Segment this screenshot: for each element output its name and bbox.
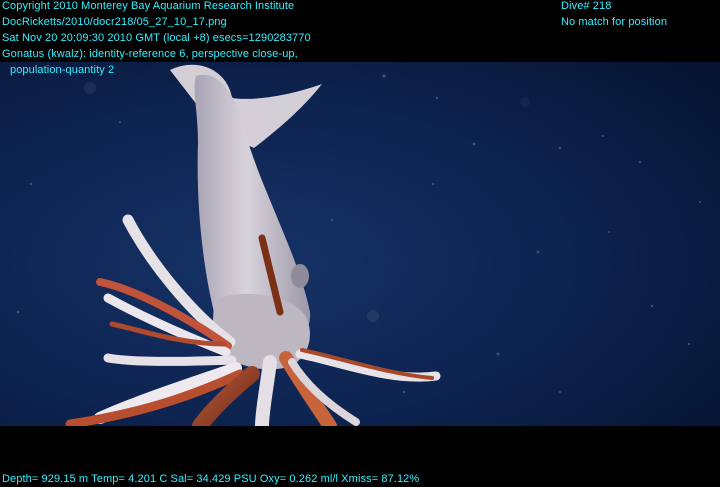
sensor-readout-text: Depth= 929.15 m Temp= 4.201 C Sal= 34.42… bbox=[2, 473, 420, 485]
annotation-text-line-1: Gonatus (kwalz): identity-reference 6, p… bbox=[2, 48, 298, 60]
squid-eye bbox=[291, 264, 309, 288]
annotation-text-line-2: population-quantity 2 bbox=[10, 64, 115, 76]
datetime-text: Sat Nov 20 20:09:30 2010 GMT (local +8) … bbox=[2, 32, 311, 44]
file-path-text: DocRicketts/2010/docr218/05_27_10_17.png bbox=[2, 16, 227, 28]
underwater-scene bbox=[0, 62, 720, 426]
copyright-text: Copyright 2010 Monterey Bay Aquarium Res… bbox=[2, 0, 295, 12]
dive-number-text: Dive# 218 bbox=[561, 0, 612, 12]
video-frame: Copyright 2010 Monterey Bay Aquarium Res… bbox=[0, 0, 720, 486]
position-status-text: No match for position bbox=[561, 16, 668, 28]
